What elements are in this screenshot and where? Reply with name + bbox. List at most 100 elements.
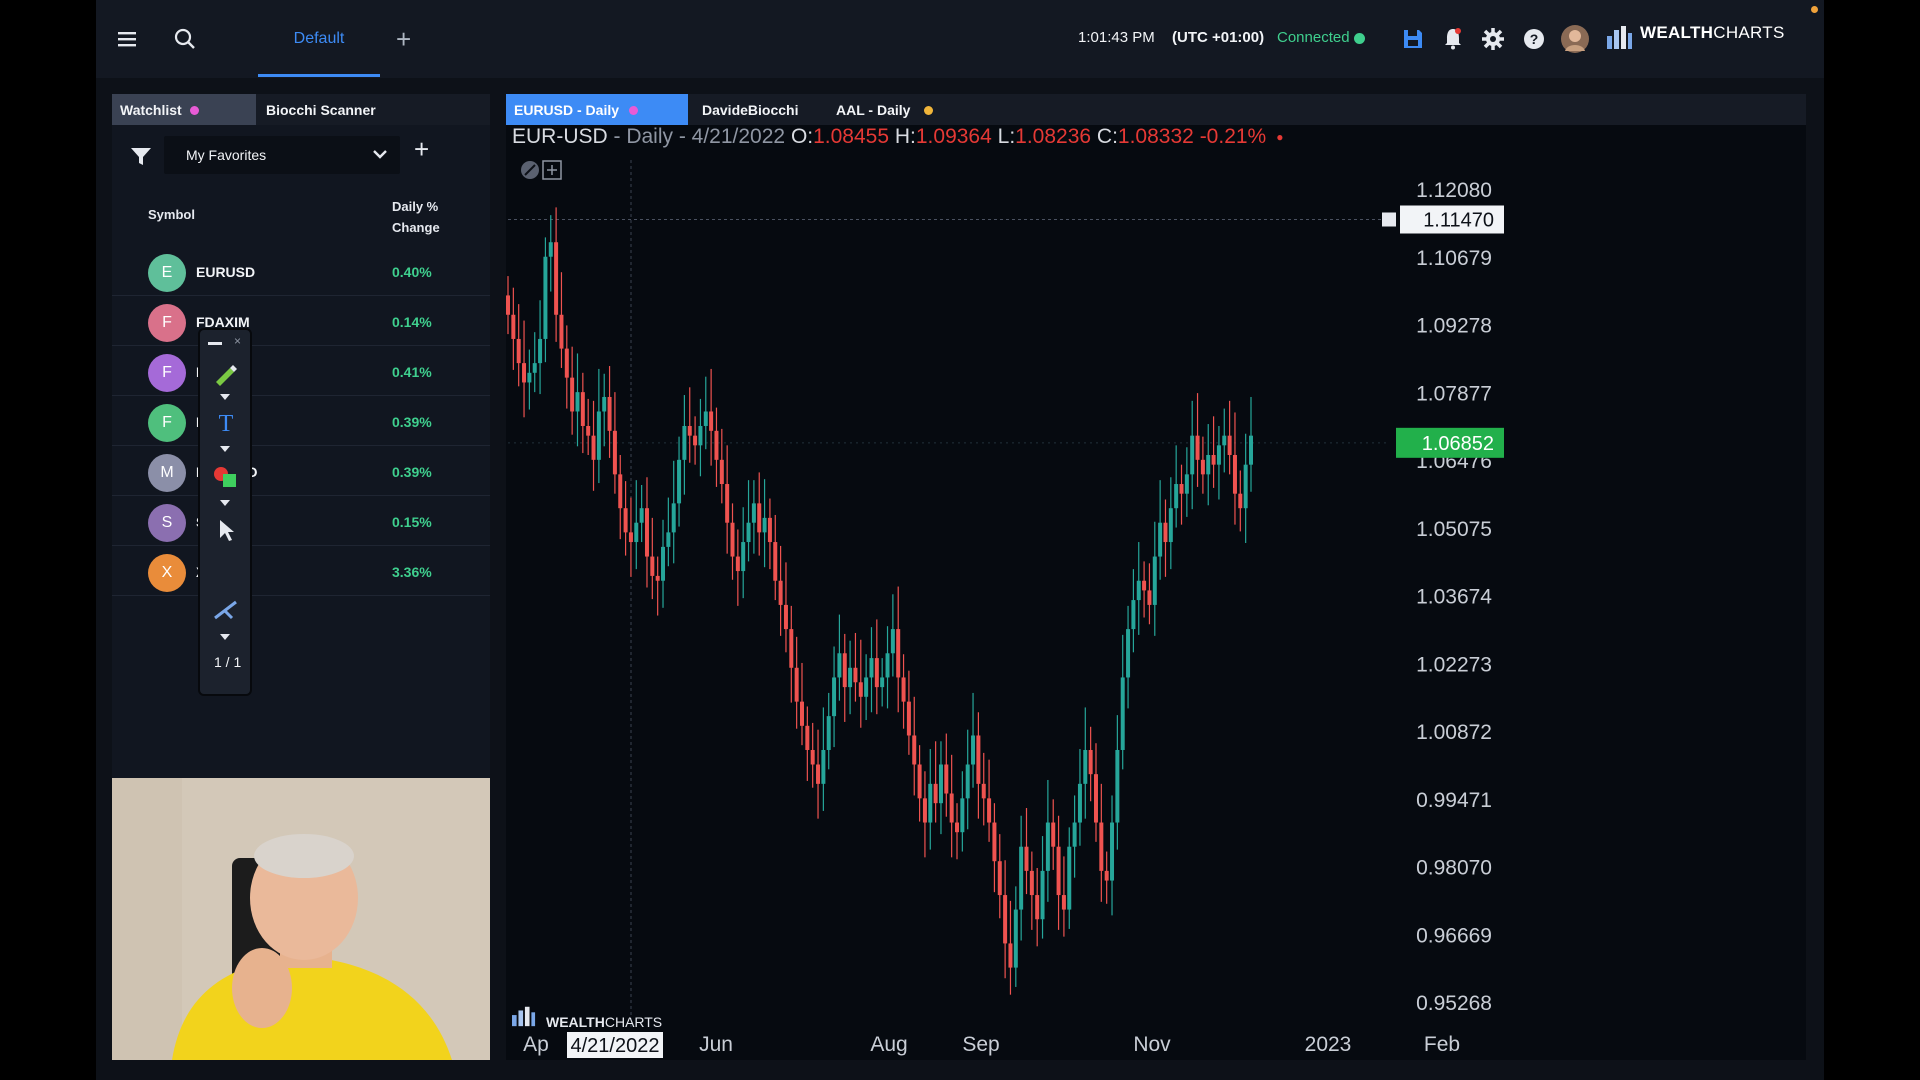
candle-body: [901, 677, 906, 702]
wealthcharts-watermark-icon: [512, 1006, 536, 1027]
candle-body: [687, 425, 692, 436]
candle-body: [527, 372, 532, 383]
candle-body: [1168, 508, 1173, 543]
candle-body: [917, 764, 922, 799]
candle-body: [623, 508, 628, 533]
candle-body: [1099, 822, 1104, 871]
y-tick-label: 1.03674: [1416, 586, 1492, 609]
candle-body: [1061, 895, 1066, 910]
candle-body: [746, 522, 751, 543]
candle-body: [880, 677, 885, 688]
x-tick-label: Ap: [523, 1033, 549, 1056]
x-tick-label: 2023: [1305, 1033, 1352, 1056]
candle-body: [938, 764, 943, 804]
candle-body: [1152, 556, 1157, 605]
candle-body: [1126, 629, 1131, 678]
candle-body: [538, 338, 543, 364]
candle-body: [1051, 822, 1056, 847]
crosshair-price-label: 1.11470: [1423, 209, 1494, 231]
y-tick-label: 1.05075: [1416, 518, 1492, 541]
candle-body: [709, 411, 714, 431]
candle-body: [1008, 943, 1013, 968]
candle-body: [661, 546, 666, 581]
candle-body: [922, 798, 927, 823]
candle-body: [757, 503, 762, 533]
candle-body: [864, 677, 869, 697]
candle-body: [1045, 822, 1050, 871]
candle-body: [773, 542, 778, 581]
candle-body: [1211, 455, 1216, 465]
candle-body: [666, 532, 671, 547]
candle-body: [1174, 484, 1179, 509]
candle-body: [949, 793, 954, 823]
candle-body: [506, 295, 510, 315]
candle-body: [703, 411, 708, 426]
y-tick-label: 0.95268: [1416, 992, 1492, 1015]
candle-body: [655, 575, 660, 581]
candle-body: [1077, 783, 1082, 823]
price-chart[interactable]: 1.120801.106791.092781.078771.064761.050…: [96, 0, 1824, 1080]
last-price-label: 1.06852: [1422, 433, 1494, 455]
chart-watermark: WEALTHCHARTS: [546, 1014, 663, 1030]
candle-body: [1013, 909, 1018, 968]
candle-body: [1136, 580, 1141, 601]
candle-body: [955, 822, 960, 833]
candle-body: [1035, 895, 1040, 920]
candle-body: [564, 348, 569, 378]
candle-body: [1227, 435, 1232, 456]
candle-body: [1179, 484, 1184, 494]
candle-body: [933, 783, 938, 804]
candle-body: [639, 508, 644, 523]
candle-body: [906, 701, 911, 736]
candle-body: [628, 532, 633, 543]
candle-body: [965, 764, 970, 799]
candle-body: [789, 629, 794, 668]
candle-body: [1243, 464, 1248, 509]
candle-body: [698, 425, 703, 446]
candle-body: [1249, 435, 1253, 465]
candle-body: [1200, 459, 1205, 475]
candle-body: [976, 735, 981, 784]
candle-body: [1190, 435, 1195, 475]
x-tick-label: Nov: [1133, 1033, 1171, 1056]
y-tick-label: 0.99471: [1416, 789, 1492, 812]
candle-body: [730, 522, 735, 557]
candle-body: [741, 542, 746, 572]
candle-body: [596, 411, 601, 460]
candle-body: [762, 517, 767, 533]
candle-body: [1238, 493, 1243, 509]
candle-body: [671, 503, 676, 533]
candle-body: [607, 396, 612, 431]
candle-body: [987, 798, 992, 823]
candle-body: [586, 425, 591, 436]
candle-body: [618, 474, 623, 509]
y-tick-label: 1.09278: [1416, 315, 1492, 338]
candle-body: [816, 764, 821, 784]
candle-body: [1024, 846, 1029, 871]
candle-body: [1158, 522, 1163, 557]
candle-body: [890, 629, 895, 654]
candle-body: [1083, 749, 1088, 784]
candle-body: [602, 396, 607, 412]
candle-body: [832, 677, 837, 717]
y-tick-label: 1.02273: [1416, 653, 1492, 676]
candle-body: [612, 430, 617, 475]
candle-body: [912, 735, 917, 765]
candle-body: [848, 667, 853, 688]
candle-body: [1115, 749, 1120, 823]
candle-body: [853, 667, 858, 683]
candle-body: [869, 658, 874, 678]
candle-body: [725, 484, 730, 523]
candle-body: [837, 653, 842, 678]
candle-body: [874, 658, 879, 688]
candle-body: [944, 764, 949, 794]
candle-body: [650, 556, 655, 576]
crosshair-date-label: 4/21/2022: [571, 1035, 660, 1057]
candle-body: [1222, 435, 1227, 446]
candle-body: [1072, 822, 1077, 847]
candle-body: [735, 556, 740, 572]
candle-body: [794, 667, 799, 702]
candle-body: [799, 701, 804, 726]
candle-body: [1131, 600, 1136, 630]
candle-body: [778, 580, 783, 605]
